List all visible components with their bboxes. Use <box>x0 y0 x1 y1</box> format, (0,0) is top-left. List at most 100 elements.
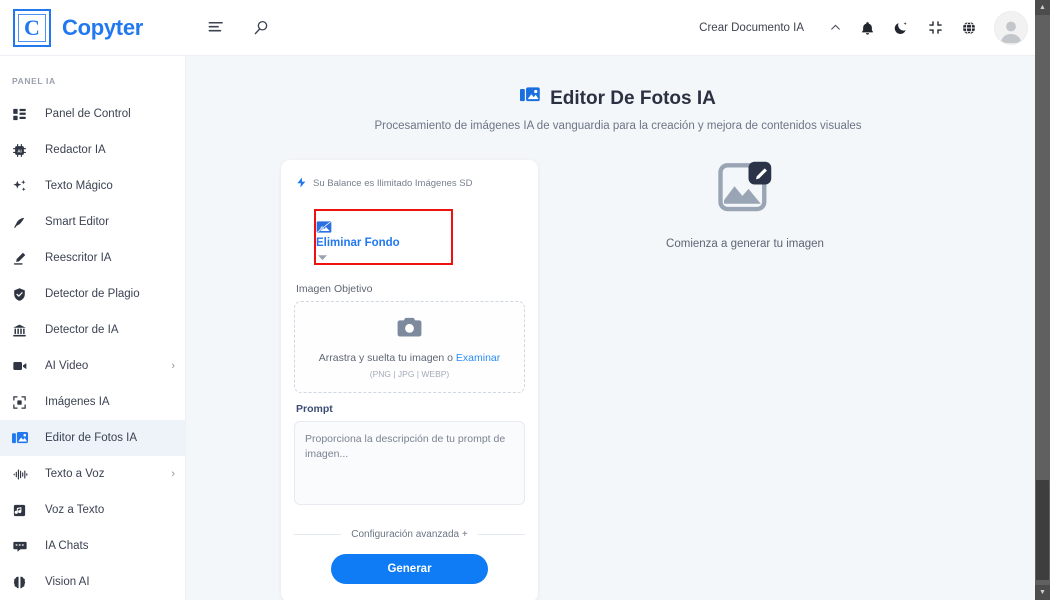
page-title: Editor De Fotos IA <box>520 86 716 111</box>
sidebar-item-vision-ai[interactable]: Vision AI <box>0 564 185 600</box>
sidebar-item-label: Vision AI <box>45 576 90 588</box>
image-dropzone[interactable]: Arrastra y suelta tu imagen o Examinar (… <box>294 301 525 393</box>
music-note-icon <box>12 503 34 518</box>
sidebar: PANEL IA Panel de Control AI Redactor IA… <box>0 56 186 600</box>
svg-text:AI: AI <box>17 148 21 153</box>
feather-icon <box>12 215 34 230</box>
bell-icon[interactable] <box>850 14 884 42</box>
camera-icon <box>397 316 422 343</box>
balance-row: Su Balance es Ilimitado Imágenes SD <box>294 174 525 195</box>
page-subtitle: Procesamiento de imágenes IA de vanguard… <box>374 120 862 132</box>
brand[interactable]: C Copyter <box>0 8 186 47</box>
preview-panel: Comienza a generar tu imagen <box>630 160 860 600</box>
shield-check-icon <box>12 287 34 302</box>
image-edit-placeholder-icon <box>630 160 860 216</box>
sidebar-item-label: IA Chats <box>45 540 89 552</box>
sidebar-item-voz-a-texto[interactable]: Voz a Texto <box>0 492 185 528</box>
brain-icon <box>12 575 34 590</box>
preview-text: Comienza a generar tu imagen <box>666 238 824 250</box>
sidebar-item-detector-de-plagio[interactable]: Detector de Plagio <box>0 276 185 312</box>
header-right: Crear Documento IA <box>699 10 1050 45</box>
sidebar-item-label: Detector de IA <box>45 324 119 336</box>
image-frame-icon <box>12 395 34 410</box>
dropzone-formats: (PNG | JPG | WEBP) <box>369 368 450 379</box>
sidebar-item-label: Smart Editor <box>45 216 109 228</box>
logo-icon: C <box>13 8 51 47</box>
create-document-button[interactable]: Crear Documento IA <box>699 22 820 34</box>
sidebar-item-panel-de-control[interactable]: Panel de Control <box>0 96 185 132</box>
chat-bubble-icon <box>12 539 34 554</box>
chevron-right-icon: › <box>171 468 175 480</box>
photo-editor-icon <box>12 431 34 446</box>
list-menu-icon[interactable] <box>205 17 227 39</box>
dashboard-icon <box>12 107 34 122</box>
prompt-label: Prompt <box>296 403 333 415</box>
sidebar-item-label: Editor de Fotos IA <box>45 432 138 444</box>
page-header: Editor De Fotos IA Procesamiento de imág… <box>186 56 1050 132</box>
sidebar-item-detector-de-ia[interactable]: Detector de IA <box>0 312 185 348</box>
page-title-text: Editor De Fotos IA <box>550 87 716 109</box>
moon-icon[interactable] <box>884 14 918 42</box>
browse-link[interactable]: Examinar <box>456 352 500 364</box>
sidebar-item-label: Imágenes IA <box>45 396 110 408</box>
mode-selector-wrap: Eliminar Fondo <box>294 209 525 273</box>
app-root: C Copyter Crear Documento IA PANEL IA Pa… <box>0 0 1050 600</box>
chevron-down-icon[interactable] <box>316 249 517 263</box>
advanced-settings-toggle[interactable]: Configuración avanzada + <box>351 529 467 540</box>
sidebar-item-label: Texto Mágico <box>45 180 113 192</box>
user-avatar[interactable] <box>994 10 1028 45</box>
sidebar-item-texto-a-voz[interactable]: Texto a Voz › <box>0 456 185 492</box>
tool-card: Su Balance es Ilimitado Imágenes SD Elim… <box>281 160 538 600</box>
prompt-input[interactable] <box>294 421 525 505</box>
sidebar-item-label: Panel de Control <box>45 108 131 120</box>
logo-letter: C <box>24 14 40 40</box>
remove-background-icon <box>316 220 517 234</box>
dropzone-instruction: Arrastra y suelta tu imagen o <box>318 351 456 364</box>
scroll-up-arrow[interactable]: ▲ <box>1035 0 1050 15</box>
sidebar-item-reescritor-ia[interactable]: Reescritor IA <box>0 240 185 276</box>
target-image-label: Imagen Objetivo <box>296 283 373 295</box>
divider-right <box>477 534 526 535</box>
sidebar-item-label: Redactor IA <box>45 144 106 156</box>
sidebar-item-label: Detector de Plagio <box>45 288 140 300</box>
sidebar-item-label: Reescritor IA <box>45 252 112 264</box>
sidebar-item-redactor-ia[interactable]: AI Redactor IA <box>0 132 185 168</box>
chevron-right-icon: › <box>171 360 175 372</box>
balance-text: Su Balance es Ilimitado Imágenes SD <box>313 178 473 189</box>
scrollbar-thumb[interactable] <box>1036 480 1049 580</box>
dropzone-text: Arrastra y suelta tu imagen o Examinar <box>319 352 501 364</box>
content-columns: Su Balance es Ilimitado Imágenes SD Elim… <box>186 132 1050 600</box>
sidebar-section-label: PANEL IA <box>12 76 56 86</box>
scroll-down-arrow[interactable]: ▼ <box>1035 585 1050 600</box>
generate-button[interactable]: Generar <box>331 554 488 584</box>
chevron-up-icon[interactable] <box>820 21 850 34</box>
divider-left <box>294 534 342 535</box>
sidebar-item-label: Voz a Texto <box>45 504 105 516</box>
top-header: C Copyter Crear Documento IA <box>0 0 1050 56</box>
sidebar-item-label: Texto a Voz <box>45 468 105 480</box>
sidebar-item-label: AI Video <box>45 360 89 372</box>
main-content: Editor De Fotos IA Procesamiento de imág… <box>186 56 1050 600</box>
sidebar-item-smart-editor[interactable]: Smart Editor <box>0 204 185 240</box>
mode-label: Eliminar Fondo <box>316 237 400 249</box>
video-camera-icon <box>12 358 34 374</box>
sidebar-item-editor-de-fotos-ia[interactable]: Editor de Fotos IA <box>0 420 185 456</box>
bank-icon <box>12 323 34 338</box>
sidebar-item-ia-chats[interactable]: IA Chats <box>0 528 185 564</box>
sidebar-item-imagenes-ia[interactable]: Imágenes IA <box>0 384 185 420</box>
mode-selector[interactable]: Eliminar Fondo <box>302 215 517 263</box>
sidebar-item-ai-video[interactable]: AI Video › <box>0 348 185 384</box>
collapse-icon[interactable] <box>918 14 952 42</box>
waveform-icon <box>12 467 34 482</box>
globe-icon[interactable] <box>952 14 986 42</box>
pencil-icon <box>12 251 34 266</box>
advanced-settings-row: Configuración avanzada + <box>294 529 526 540</box>
page-scrollbar[interactable]: ▲ ▼ <box>1035 0 1050 600</box>
chip-ai-icon: AI <box>12 143 34 158</box>
search-icon[interactable] <box>250 17 272 39</box>
sparkles-icon <box>12 178 34 194</box>
brand-name: Copyter <box>62 14 144 40</box>
header-tools <box>186 17 272 39</box>
sidebar-item-texto-magico[interactable]: Texto Mágico <box>0 168 185 204</box>
bolt-icon <box>296 176 307 191</box>
